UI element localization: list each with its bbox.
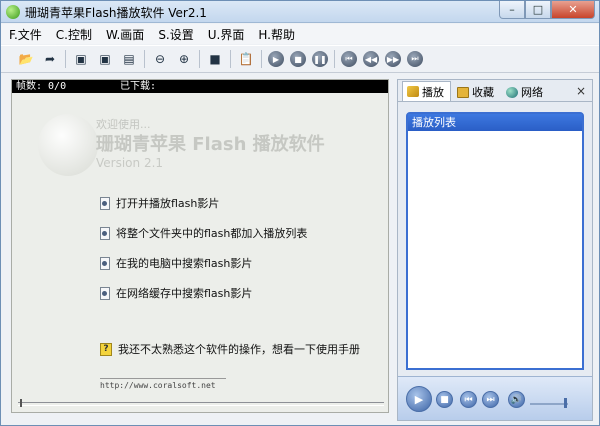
playlist-icon xyxy=(407,86,419,97)
action-search-computer[interactable]: 在我的电脑中搜索flash影片 xyxy=(100,255,252,271)
pause-icon[interactable]: ❚❚ xyxy=(312,51,328,67)
toolbar: 📂 ➦ ▣ ▣ ▤ ⊖ ⊕ ■ 📋 ▶ ■ ❚❚ ⏮ ◀◀ ▶▶ ⏭ xyxy=(1,45,599,73)
tab-label: 网络 xyxy=(521,86,543,99)
flash-file-icon xyxy=(100,226,110,240)
playlist-header: 播放列表 xyxy=(408,114,582,131)
help-icon: ? xyxy=(100,342,112,356)
help-label: 我还不太熟悉这个软件的操作，想看一下使用手册 xyxy=(118,343,360,356)
first-frame-icon[interactable]: ⏮ xyxy=(341,51,357,67)
save-icon[interactable]: ▣ xyxy=(72,50,90,68)
frames-count: 帧数: 0/0 xyxy=(16,81,67,92)
side-panel: 播放 收藏 网络 × 播放列表 ▶ ■ ⏮ ⏭ 🔊 xyxy=(397,79,593,421)
flash-file-icon xyxy=(100,196,110,210)
menu-settings[interactable]: S.设置 xyxy=(158,26,193,43)
globe-icon xyxy=(506,86,518,98)
next-frame-icon[interactable]: ▶▶ xyxy=(385,51,401,67)
stop-button[interactable]: ■ xyxy=(436,391,453,408)
downloaded-status: 已下载: xyxy=(120,81,157,92)
menu-bar: F.文件 C.控制 W.画面 S.设置 U.界面 H.帮助 xyxy=(1,24,599,44)
divider xyxy=(100,378,226,379)
apple-logo-icon xyxy=(6,5,20,19)
zoom-in-icon[interactable]: ⊕ xyxy=(175,50,193,68)
action-add-folder[interactable]: 将整个文件夹中的flash都加入播放列表 xyxy=(100,225,307,241)
menu-help[interactable]: H.帮助 xyxy=(258,26,295,43)
website-url[interactable]: http://www.coralsoft.net xyxy=(100,381,216,390)
toolbar-separator xyxy=(199,50,200,68)
play-icon[interactable]: ▶ xyxy=(268,51,284,67)
close-button[interactable]: ✕ xyxy=(551,1,595,19)
toolbar-separator xyxy=(230,50,231,68)
tab-play[interactable]: 播放 xyxy=(402,81,451,101)
playlist-box[interactable]: 播放列表 xyxy=(406,112,584,370)
progress-slider[interactable] xyxy=(18,402,384,406)
menu-interface[interactable]: U.界面 xyxy=(208,26,245,43)
favorites-icon xyxy=(457,86,469,98)
action-open-play[interactable]: 打开并播放flash影片 xyxy=(100,195,219,211)
save-as-icon[interactable]: ▣ xyxy=(96,50,114,68)
apple-watermark-icon xyxy=(38,114,98,176)
help-manual-link[interactable]: ? 我还不太熟悉这个软件的操作，想看一下使用手册 xyxy=(100,341,360,357)
action-search-cache[interactable]: 在网络缓存中搜索flash影片 xyxy=(100,285,252,301)
progress-slider-thumb[interactable] xyxy=(20,399,22,407)
stop-icon[interactable]: ■ xyxy=(290,51,306,67)
flash-file-icon xyxy=(100,256,110,270)
prev-button[interactable]: ⏮ xyxy=(460,391,477,408)
menu-view[interactable]: W.画面 xyxy=(106,26,144,43)
product-title: 珊瑚青苹果 Flash 播放软件 xyxy=(96,134,325,155)
player-area[interactable]: 帧数: 0/0 已下载: 欢迎使用... 珊瑚青苹果 Flash 播放软件 Ve… xyxy=(11,79,389,413)
tab-favorites[interactable]: 收藏 xyxy=(453,83,500,101)
fullscreen-icon[interactable]: ■ xyxy=(206,50,224,68)
minimize-button[interactable]: – xyxy=(499,1,525,19)
toolbar-separator xyxy=(144,50,145,68)
window-title: 珊瑚青苹果Flash播放软件 Ver2.1 xyxy=(25,6,207,20)
action-label: 将整个文件夹中的flash都加入播放列表 xyxy=(116,227,308,240)
export-icon[interactable]: ▤ xyxy=(120,50,138,68)
tab-network[interactable]: 网络 xyxy=(502,83,549,101)
playback-controls: ▶ ■ ⏮ ⏭ 🔊 xyxy=(398,376,592,420)
maximize-button[interactable]: □ xyxy=(525,1,551,19)
prev-frame-icon[interactable]: ◀◀ xyxy=(363,51,379,67)
panel-close-icon[interactable]: × xyxy=(576,84,586,98)
title-bar[interactable]: 珊瑚青苹果Flash播放软件 Ver2.1 – □ ✕ xyxy=(1,1,599,23)
open-url-icon[interactable]: ➦ xyxy=(41,50,59,68)
app-window: 珊瑚青苹果Flash播放软件 Ver2.1 – □ ✕ F.文件 C.控制 W.… xyxy=(0,0,600,426)
frame-status-bar: 帧数: 0/0 已下载: xyxy=(12,80,388,93)
last-frame-icon[interactable]: ⏭ xyxy=(407,51,423,67)
play-button[interactable]: ▶ xyxy=(406,386,432,412)
side-tabs: 播放 收藏 网络 xyxy=(398,80,592,102)
volume-icon[interactable]: 🔊 xyxy=(508,391,525,408)
tab-label: 播放 xyxy=(422,85,444,99)
menu-control[interactable]: C.控制 xyxy=(56,26,92,43)
zoom-out-icon[interactable]: ⊖ xyxy=(151,50,169,68)
toolbar-separator xyxy=(65,50,66,68)
action-label: 在我的电脑中搜索flash影片 xyxy=(116,257,253,270)
action-label: 打开并播放flash影片 xyxy=(116,197,220,210)
window-controls: – □ ✕ xyxy=(499,1,595,19)
next-button[interactable]: ⏭ xyxy=(482,391,499,408)
action-label: 在网络缓存中搜索flash影片 xyxy=(116,287,253,300)
volume-slider-thumb[interactable] xyxy=(564,398,567,408)
flash-file-icon xyxy=(100,286,110,300)
toolbar-separator xyxy=(334,50,335,68)
tab-label: 收藏 xyxy=(472,86,494,99)
volume-slider[interactable] xyxy=(530,403,568,405)
toolbar-separator xyxy=(261,50,262,68)
product-version: Version 2.1 xyxy=(96,156,164,170)
open-folder-icon[interactable]: 📂 xyxy=(17,50,35,68)
menu-file[interactable]: F.文件 xyxy=(9,26,42,43)
clipboard-icon[interactable]: 📋 xyxy=(237,50,255,68)
